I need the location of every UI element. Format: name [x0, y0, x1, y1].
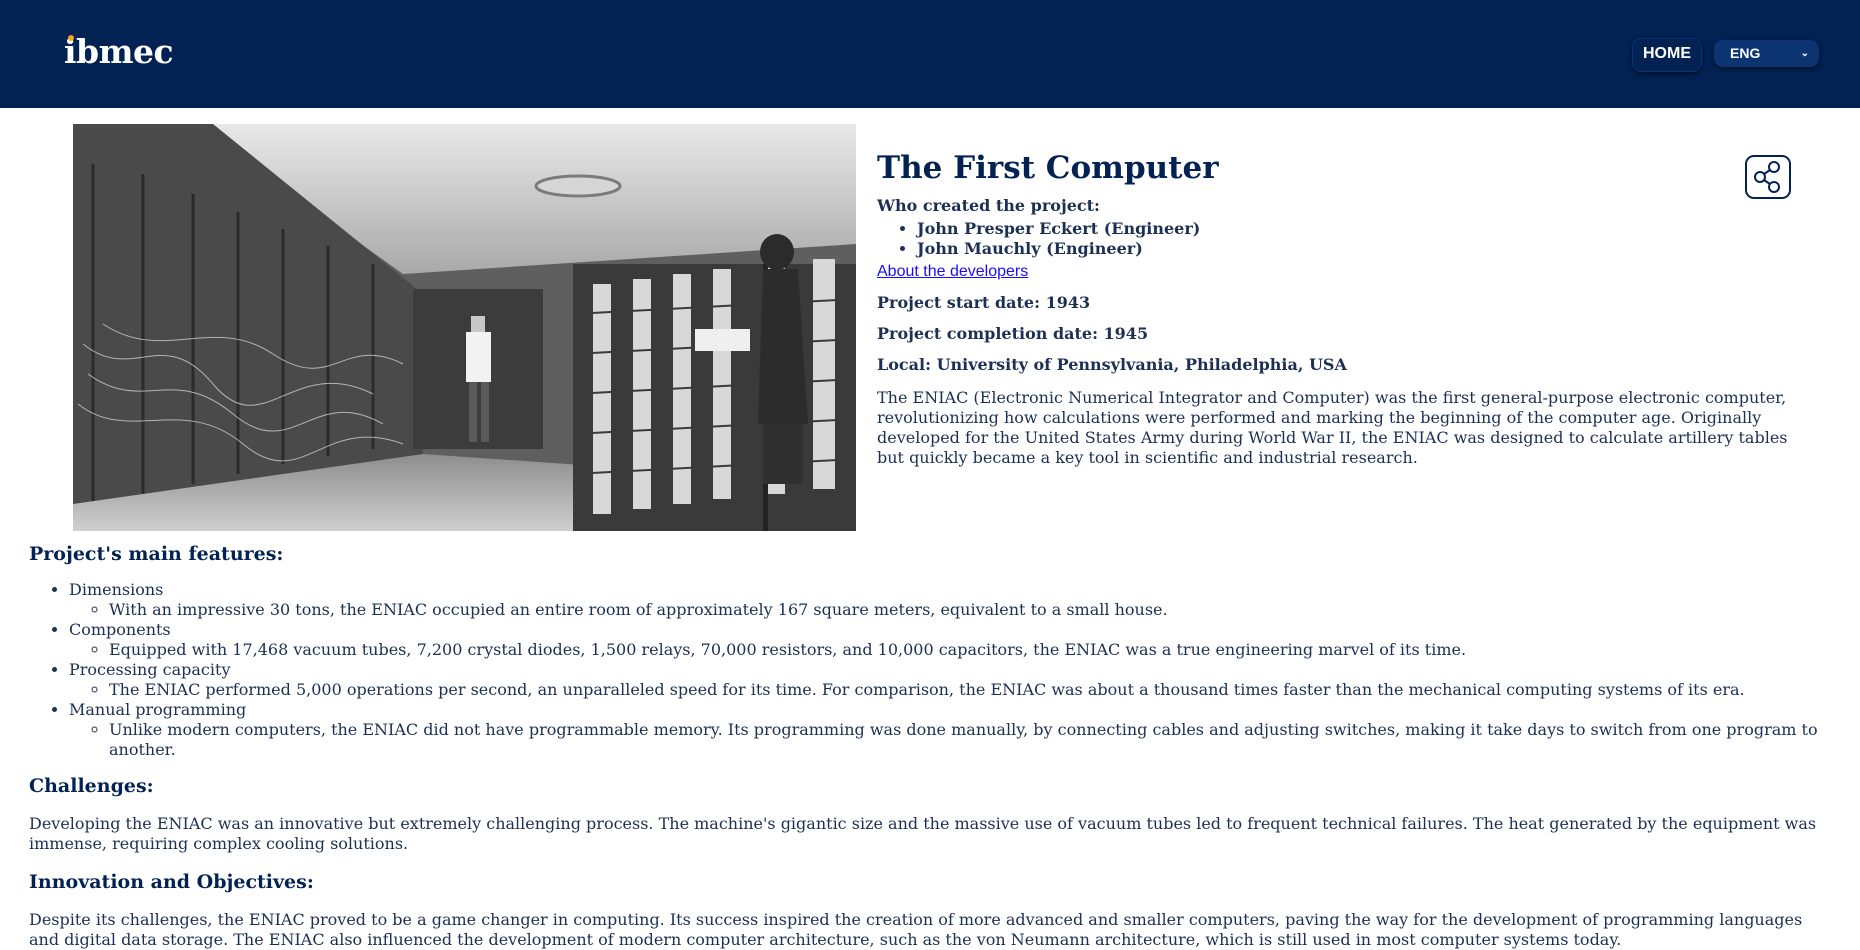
innovation-text: Despite its challenges, the ENIAC proved…: [29, 910, 1803, 949]
innovation-heading: Innovation and Objectives:: [29, 871, 314, 893]
feature-detail: Equipped with 17,468 vacuum tubes, 7,200…: [109, 640, 1819, 660]
creators-list: John Presper Eckert (Engineer) John Mauc…: [877, 219, 1797, 259]
feature-item: Dimensions With an impressive 30 tons, t…: [69, 580, 1819, 620]
feature-item: Manual programming Unlike modern compute…: [69, 700, 1819, 760]
language-select[interactable]: ENG ⌄: [1714, 40, 1819, 67]
features-list: Dimensions With an impressive 30 tons, t…: [29, 580, 1819, 760]
feature-item: Components Equipped with 17,468 vacuum t…: [69, 620, 1819, 660]
top-header: ibmec HOME ENG ⌄: [0, 0, 1860, 108]
completion-date: Project completion date: 1945: [877, 324, 1149, 343]
location: Local: University of Pennsylvania, Phila…: [877, 355, 1347, 374]
intro-text: The ENIAC (Electronic Numerical Integrat…: [877, 388, 1788, 467]
share-button[interactable]: [1745, 155, 1791, 199]
start-date: Project start date: 1943: [877, 293, 1091, 312]
feature-title: Manual programming: [69, 700, 247, 719]
brand-logo[interactable]: ibmec: [64, 32, 174, 71]
project-summary: The First Computer Who created the proje…: [877, 150, 1797, 468]
about-developers-link[interactable]: About the developers: [877, 263, 1028, 281]
creator-item: John Presper Eckert (Engineer): [917, 219, 1797, 239]
challenges-text: Developing the ENIAC was an innovative b…: [29, 814, 1817, 853]
challenges-heading: Challenges:: [29, 775, 154, 797]
language-label: ENG: [1730, 45, 1761, 61]
feature-item: Processing capacity The ENIAC performed …: [69, 660, 1819, 700]
feature-title: Processing capacity: [69, 660, 231, 679]
home-button[interactable]: HOME: [1632, 38, 1702, 72]
features-heading: Project's main features:: [29, 543, 284, 565]
creator-item: John Mauchly (Engineer): [917, 239, 1797, 259]
logo-dot-icon: [68, 35, 74, 41]
feature-detail: Unlike modern computers, the ENIAC did n…: [109, 720, 1819, 760]
feature-detail: The ENIAC performed 5,000 operations per…: [109, 680, 1819, 700]
chevron-down-icon: ⌄: [1800, 48, 1809, 59]
eniac-photo: [73, 124, 856, 531]
feature-title: Components: [69, 620, 171, 639]
page-title: The First Computer: [877, 150, 1219, 186]
logo-text: ibmec: [64, 32, 174, 71]
feature-title: Dimensions: [69, 580, 164, 599]
feature-detail: With an impressive 30 tons, the ENIAC oc…: [109, 600, 1819, 620]
creators-label: Who created the project:: [877, 196, 1100, 215]
project-details: Project's main features: Dimensions With…: [29, 544, 1819, 950]
eniac-photo-illustration: [73, 124, 856, 531]
share-icon: [1754, 161, 1780, 193]
